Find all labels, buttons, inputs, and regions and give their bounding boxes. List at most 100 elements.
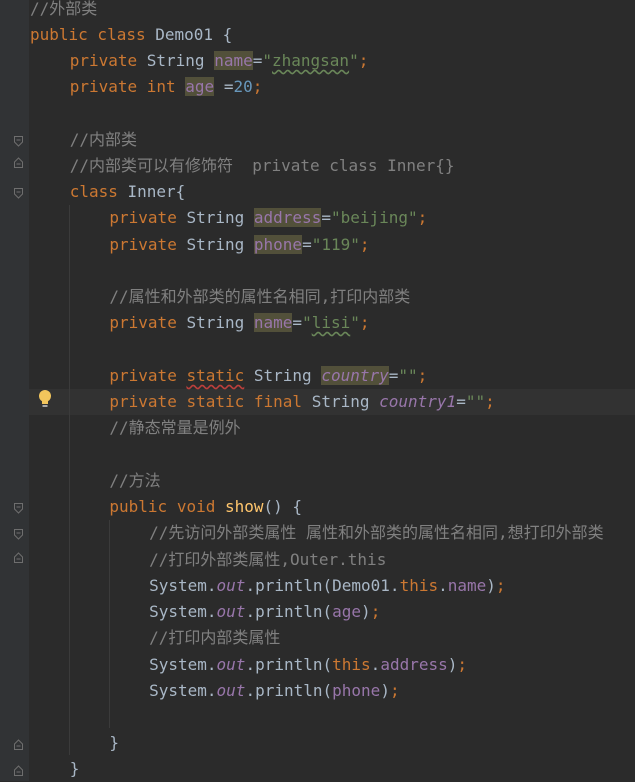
code-token: String: [244, 366, 322, 385]
code-token: ;: [485, 392, 495, 411]
code-line[interactable]: private String name="lisi";: [109, 310, 370, 336]
code-token: private static final: [109, 392, 312, 411]
code-token: private: [109, 313, 187, 332]
code-token: "beijing": [330, 208, 418, 227]
code-token: name: [214, 51, 253, 70]
code-token: out: [216, 576, 246, 595]
code-line[interactable]: System.out.println(this.address);: [149, 652, 467, 678]
code-token: country: [321, 366, 389, 385]
code-line[interactable]: //打印内部类属性: [149, 625, 280, 651]
fold-close-icon[interactable]: [14, 157, 23, 168]
code-editor[interactable]: //外部类 public class Demo01 {private String…: [0, 0, 635, 781]
code-token: () {: [263, 497, 303, 516]
code-token: String: [186, 313, 254, 332]
code-token: ;: [417, 208, 428, 227]
code-line[interactable]: private String phone="119";: [109, 232, 370, 258]
code-token: .println(: [245, 681, 333, 700]
code-line[interactable]: System.out.println(age);: [149, 599, 380, 625]
code-token: //打印外部类属性,Outer.this: [149, 550, 387, 569]
code-token: =: [388, 366, 399, 385]
fold-close-icon[interactable]: [14, 552, 23, 563]
code-token: ;: [495, 576, 506, 595]
code-token: private: [109, 208, 187, 227]
code-token: ;: [417, 366, 428, 385]
code-token: age: [185, 77, 215, 96]
code-line[interactable]: public class Demo01 {: [30, 22, 232, 48]
fold-open-icon[interactable]: [14, 188, 23, 199]
code-token: phone: [332, 681, 381, 700]
code-line[interactable]: public void show() {: [109, 494, 302, 520]
code-token: }: [109, 733, 120, 752]
code-token: //方法: [109, 471, 161, 490]
code-line[interactable]: //打印外部类属性,Outer.this: [149, 547, 386, 573]
code-token: ;: [358, 51, 369, 70]
code-token: .: [370, 655, 381, 674]
code-token: phone: [253, 235, 303, 254]
code-line[interactable]: class Inner{: [70, 179, 186, 205]
code-token: =: [302, 235, 312, 254]
code-token: //属性和外部类的属性名相同,打印内部类: [109, 287, 411, 306]
code-token: .println(Demo01.: [245, 576, 400, 595]
code-token: out: [216, 602, 246, 621]
code-token: ;: [457, 655, 468, 674]
code-token: this: [332, 655, 371, 674]
code-token: String: [186, 235, 254, 254]
code-token: ;: [359, 235, 370, 254]
code-line[interactable]: System.out.println(phone);: [149, 678, 400, 704]
fold-open-icon[interactable]: [14, 136, 23, 147]
code-token: private: [69, 51, 147, 70]
code-token: Inner{: [127, 182, 186, 201]
code-token: System.: [149, 602, 217, 621]
code-token: private: [109, 366, 187, 385]
code-token: .println(: [245, 602, 333, 621]
code-line[interactable]: //外部类: [30, 0, 97, 22]
fold-close-icon[interactable]: [14, 739, 23, 750]
code-line[interactable]: //方法: [109, 468, 160, 494]
code-token: class: [69, 182, 128, 201]
code-token: zhangsan: [272, 51, 350, 70]
fold-close-icon[interactable]: [14, 765, 23, 776]
code-token: ): [486, 576, 496, 595]
code-token: //先访问外部类属性 属性和外部类的属性名相同,想打印外部类: [149, 523, 604, 542]
code-line[interactable]: private String name="zhangsan";: [69, 48, 369, 74]
code-token: .: [438, 576, 448, 595]
code-token: ): [447, 655, 458, 674]
code-token: //静态常量是例外: [109, 418, 241, 437]
code-token: ;: [370, 602, 381, 621]
code-line[interactable]: }: [109, 730, 119, 756]
code-line[interactable]: //先访问外部类属性 属性和外部类的属性名相同,想打印外部类: [149, 520, 604, 546]
code-line[interactable]: System.out.println(Demo01.this.name);: [149, 573, 505, 599]
code-token: ;: [359, 313, 370, 332]
code-token: "": [398, 366, 418, 385]
code-token: =: [321, 208, 331, 227]
code-token: ": [302, 313, 312, 332]
code-line[interactable]: //内部类可以有修饰符 private class Inner{}: [70, 153, 455, 179]
code-token: ): [380, 681, 390, 700]
code-token: ): [361, 602, 371, 621]
code-token: private: [109, 235, 187, 254]
code-line[interactable]: //静态常量是例外: [109, 415, 240, 441]
code-token: System.: [149, 655, 217, 674]
fold-open-icon[interactable]: [14, 503, 23, 514]
code-token: public class: [30, 25, 156, 44]
fold-open-icon[interactable]: [14, 529, 23, 540]
code-line[interactable]: }: [70, 756, 80, 782]
code-token: String: [311, 392, 380, 411]
code-line[interactable]: //属性和外部类的属性名相同,打印内部类: [109, 284, 410, 310]
code-line[interactable]: private static String country="";: [109, 363, 427, 389]
code-token: //打印内部类属性: [149, 628, 281, 647]
code-line[interactable]: private static final String country1="";: [109, 389, 494, 415]
code-line[interactable]: private int age =20;: [70, 74, 262, 100]
code-token: static: [186, 366, 245, 385]
code-token: address: [380, 655, 448, 674]
code-token: =: [252, 51, 263, 70]
code-token: Demo01 {: [155, 25, 233, 44]
code-line[interactable]: //内部类: [70, 127, 137, 153]
code-token: //内部类可以有修饰符 private class Inner{}: [69, 156, 455, 175]
code-token: ": [350, 313, 360, 332]
code-token: country1: [379, 392, 457, 411]
code-token: address: [253, 208, 322, 227]
code-token: out: [216, 681, 246, 700]
code-line[interactable]: private String address="beijing";: [109, 205, 427, 231]
lightbulb-icon[interactable]: [38, 389, 52, 409]
